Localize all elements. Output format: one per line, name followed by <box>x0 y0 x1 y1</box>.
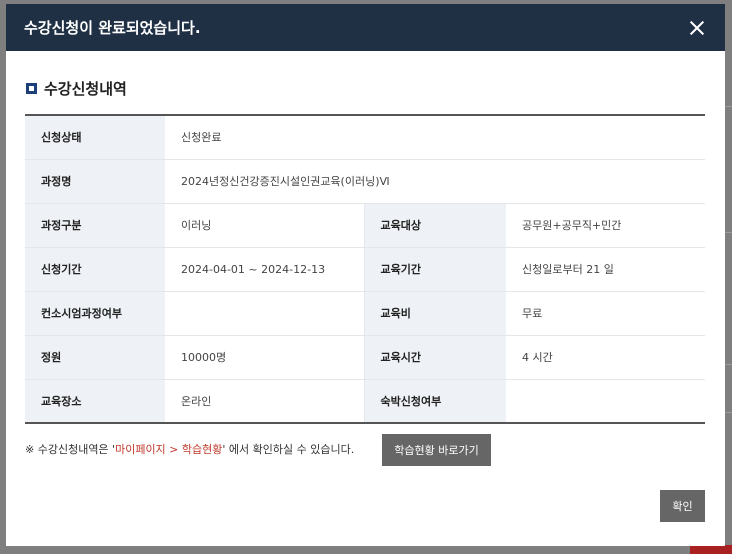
course-name-value: 2024년정신건강증진시설인권교육(이러닝)Ⅵ <box>165 159 705 204</box>
modal-title: 수강신청이 완료되었습니다. <box>24 19 201 37</box>
table-row: 신청상태 신청완료 <box>25 115 705 160</box>
background-divider <box>724 364 732 365</box>
fee-value: 무료 <box>506 291 705 336</box>
learning-status-shortcut-button[interactable]: 학습현황 바로가기 <box>382 434 491 466</box>
status-label: 신청상태 <box>25 115 165 160</box>
capacity-label: 정원 <box>25 335 165 380</box>
place-value: 온라인 <box>165 379 365 423</box>
table-row: 과정구분 이러닝 교육대상 공무원+공무직+민간 <box>25 203 705 248</box>
section-header: 수강신청내역 <box>26 78 127 99</box>
course-name-label: 과정명 <box>25 159 165 204</box>
apply-period-value: 2024-04-01 ~ 2024-12-13 <box>165 247 365 292</box>
consortium-label: 컨소시엄과정여부 <box>25 291 165 336</box>
edu-period-label: 교육기간 <box>364 247 506 292</box>
background-divider <box>724 232 732 233</box>
table-row: 정원 10000명 교육시간 4 시간 <box>25 335 705 380</box>
place-label: 교육장소 <box>25 379 165 423</box>
table-row: 과정명 2024년정신건강증진시설인권교육(이러닝)Ⅵ <box>25 159 705 204</box>
square-bullet-icon <box>26 83 37 94</box>
target-label: 교육대상 <box>364 203 506 248</box>
confirm-button[interactable]: 확인 <box>660 490 705 522</box>
modal-header: 수강신청이 완료되었습니다. <box>6 4 725 51</box>
status-value: 신청완료 <box>165 115 705 160</box>
background-divider <box>724 106 732 107</box>
enrollment-note: ※ 수강신청내역은 ' 마이페이지 > 학습현황 ' 에서 확인하실 수 있습니다. <box>25 441 354 457</box>
table-row: 컨소시엄과정여부 교육비 무료 <box>25 291 705 336</box>
hours-label: 교육시간 <box>364 335 506 380</box>
enrollment-complete-modal: 수강신청이 완료되었습니다. 수강신청내역 신청상태 신청완료 과정명 2024… <box>6 4 725 546</box>
enrollment-details-table: 신청상태 신청완료 과정명 2024년정신건강증진시설인권교육(이러닝)Ⅵ 과정… <box>25 114 705 424</box>
lodging-value <box>506 379 705 423</box>
note-suffix: ' 에서 확인하실 수 있습니다. <box>222 443 355 456</box>
section-title: 수강신청내역 <box>44 80 127 98</box>
capacity-value: 10000명 <box>165 335 365 380</box>
edu-period-value: 신청일로부터 21 일 <box>506 247 705 292</box>
course-type-value: 이러닝 <box>165 203 365 248</box>
consortium-value <box>165 291 365 336</box>
note-prefix: ※ 수강신청내역은 ' <box>25 443 116 456</box>
apply-period-label: 신청기간 <box>25 247 165 292</box>
background-divider <box>724 412 732 413</box>
note-highlight: 마이페이지 > 학습현황 <box>115 443 223 456</box>
hours-value: 4 시간 <box>506 335 705 380</box>
table-row: 교육장소 온라인 숙박신청여부 <box>25 379 705 423</box>
close-icon[interactable] <box>685 16 709 40</box>
fee-label: 교육비 <box>364 291 506 336</box>
background-button-fragment <box>690 545 732 554</box>
table-row: 신청기간 2024-04-01 ~ 2024-12-13 교육기간 신청일로부터… <box>25 247 705 292</box>
target-value: 공무원+공무직+민간 <box>506 203 705 248</box>
lodging-label: 숙박신청여부 <box>364 379 506 423</box>
course-type-label: 과정구분 <box>25 203 165 248</box>
